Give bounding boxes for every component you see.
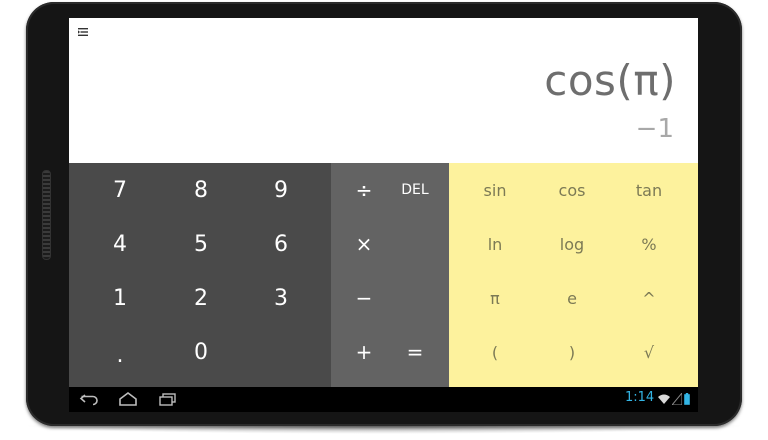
key-decimal[interactable]: . [80,328,160,382]
key-5[interactable]: 5 [161,217,241,271]
key-multiply[interactable]: × [335,217,393,271]
key-plus[interactable]: + [335,325,393,379]
recent-apps-icon[interactable] [157,391,179,407]
speaker-grill [42,170,51,260]
formula-field[interactable]: cos(π) [544,56,676,105]
advanced-pad: sin cos tan ln log % π e ^ ( ) √ [449,163,698,387]
clock: 1:14 [625,390,655,405]
wifi-icon [658,394,670,404]
key-8[interactable]: 8 [161,163,241,217]
key-sqrt[interactable]: √ [611,325,687,379]
key-ln[interactable]: ln [457,217,533,271]
back-icon[interactable] [79,391,101,407]
battery-icon [684,393,690,405]
signal-icon [672,393,682,405]
home-icon[interactable] [117,391,139,407]
system-navigation-bar: 1:14 [69,387,698,412]
overflow-menu-icon[interactable] [77,26,89,38]
key-equals[interactable]: = [386,325,444,379]
key-log[interactable]: log [534,217,610,271]
key-percent[interactable]: % [611,217,687,271]
key-del[interactable]: DEL [386,163,444,217]
number-pad: 7 8 9 4 5 6 1 2 3 . 0 [69,163,331,387]
key-3[interactable]: 3 [241,271,321,325]
operator-pad: ÷ DEL × − + = [331,163,449,387]
key-1[interactable]: 1 [80,271,160,325]
key-open-paren[interactable]: ( [457,325,533,379]
key-6[interactable]: 6 [241,217,321,271]
key-power[interactable]: ^ [611,271,687,325]
key-cos[interactable]: cos [534,163,610,217]
key-2[interactable]: 2 [161,271,241,325]
result-field: −1 [635,114,674,144]
key-close-paren[interactable]: ) [534,325,610,379]
key-4[interactable]: 4 [80,217,160,271]
key-divide[interactable]: ÷ [335,163,393,217]
screen: cos(π) −1 7 8 9 4 5 6 1 2 3 . 0 ÷ DEL × … [69,18,698,412]
key-sin[interactable]: sin [457,163,533,217]
key-e[interactable]: e [534,271,610,325]
key-pi[interactable]: π [457,271,533,325]
key-9[interactable]: 9 [241,163,321,217]
calculator-display: cos(π) −1 [69,18,698,163]
key-minus[interactable]: − [335,271,393,325]
key-0[interactable]: 0 [161,325,241,379]
key-7[interactable]: 7 [80,163,160,217]
key-tan[interactable]: tan [611,163,687,217]
